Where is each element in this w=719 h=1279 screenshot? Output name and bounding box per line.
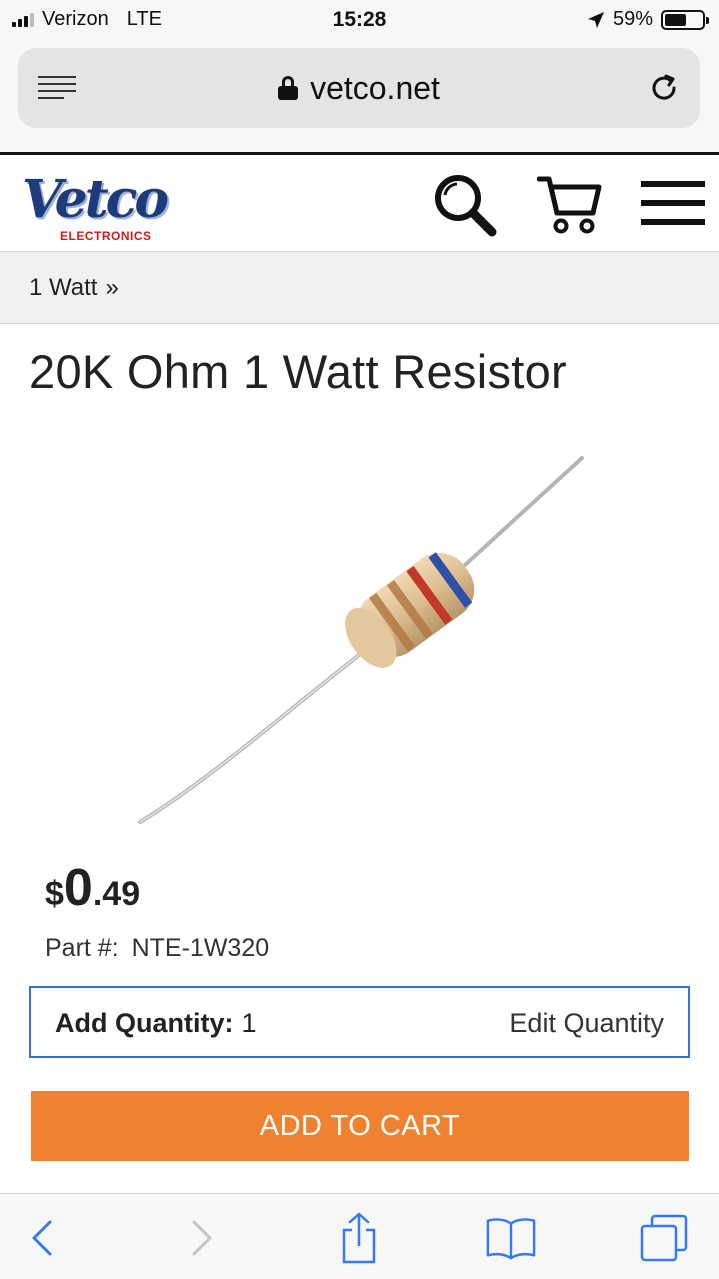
forward-icon xyxy=(192,1220,212,1256)
tabs-icon xyxy=(640,1214,688,1262)
back-icon xyxy=(32,1220,52,1256)
part-number-label: Part #: xyxy=(45,934,119,962)
share-button[interactable] xyxy=(333,1212,385,1264)
search-icon[interactable] xyxy=(432,173,500,239)
vetco-logo[interactable]: Vetco ELECTRONICS xyxy=(22,167,174,247)
battery-percent: 59% xyxy=(612,8,653,30)
bookmarks-button[interactable] xyxy=(485,1212,537,1264)
quantity-label: Add Quantity: xyxy=(55,1008,234,1038)
lock-icon xyxy=(278,76,299,100)
url-text: vetco.net xyxy=(310,69,440,106)
breadcrumb-item[interactable]: 1 Watt xyxy=(29,274,97,302)
quantity-display: Add Quantity: 1 xyxy=(55,1008,257,1039)
url-display[interactable]: vetco.net xyxy=(18,48,700,128)
product-price: $ 0 .49 xyxy=(45,858,140,918)
product-title: 20K Ohm 1 Watt Resistor xyxy=(29,345,567,398)
browser-address-area: vetco.net xyxy=(0,40,719,152)
forward-button[interactable] xyxy=(176,1212,228,1264)
address-bar[interactable]: vetco.net xyxy=(18,48,700,128)
cart-icon[interactable] xyxy=(537,175,603,235)
back-button[interactable] xyxy=(16,1212,68,1264)
breadcrumb-separator: » xyxy=(105,273,119,301)
tabs-button[interactable] xyxy=(638,1212,690,1264)
battery-icon xyxy=(661,9,709,30)
hamburger-menu-icon[interactable] xyxy=(641,181,705,227)
logo-subtitle: ELECTRONICS xyxy=(60,229,152,243)
location-arrow-icon xyxy=(587,11,604,28)
price-currency: $ xyxy=(45,875,64,913)
breadcrumb: 1 Watt » xyxy=(0,252,719,324)
browser-toolbar xyxy=(0,1193,719,1279)
status-bar: Verizon LTE 15:28 59% xyxy=(0,0,719,40)
quantity-box[interactable]: Add Quantity: 1 Edit Quantity xyxy=(29,986,690,1058)
share-icon xyxy=(342,1212,376,1264)
status-right: 59% xyxy=(587,8,709,31)
price-cents: .49 xyxy=(92,875,141,913)
quantity-value: 1 xyxy=(241,1008,257,1038)
reload-icon[interactable] xyxy=(648,72,680,104)
bookmarks-icon xyxy=(486,1218,536,1260)
price-whole: 0 xyxy=(63,859,93,917)
logo-wordmark: Vetco xyxy=(22,169,169,230)
add-to-cart-button[interactable]: ADD TO CART xyxy=(31,1091,689,1161)
part-number-value: NTE-1W320 xyxy=(131,934,270,962)
part-number: Part #: NTE-1W320 xyxy=(45,934,269,963)
battery-fill xyxy=(665,13,687,26)
edit-quantity-link[interactable]: Edit Quantity xyxy=(509,1008,664,1039)
site-header: Vetco ELECTRONICS xyxy=(0,152,719,252)
product-image xyxy=(138,456,584,824)
